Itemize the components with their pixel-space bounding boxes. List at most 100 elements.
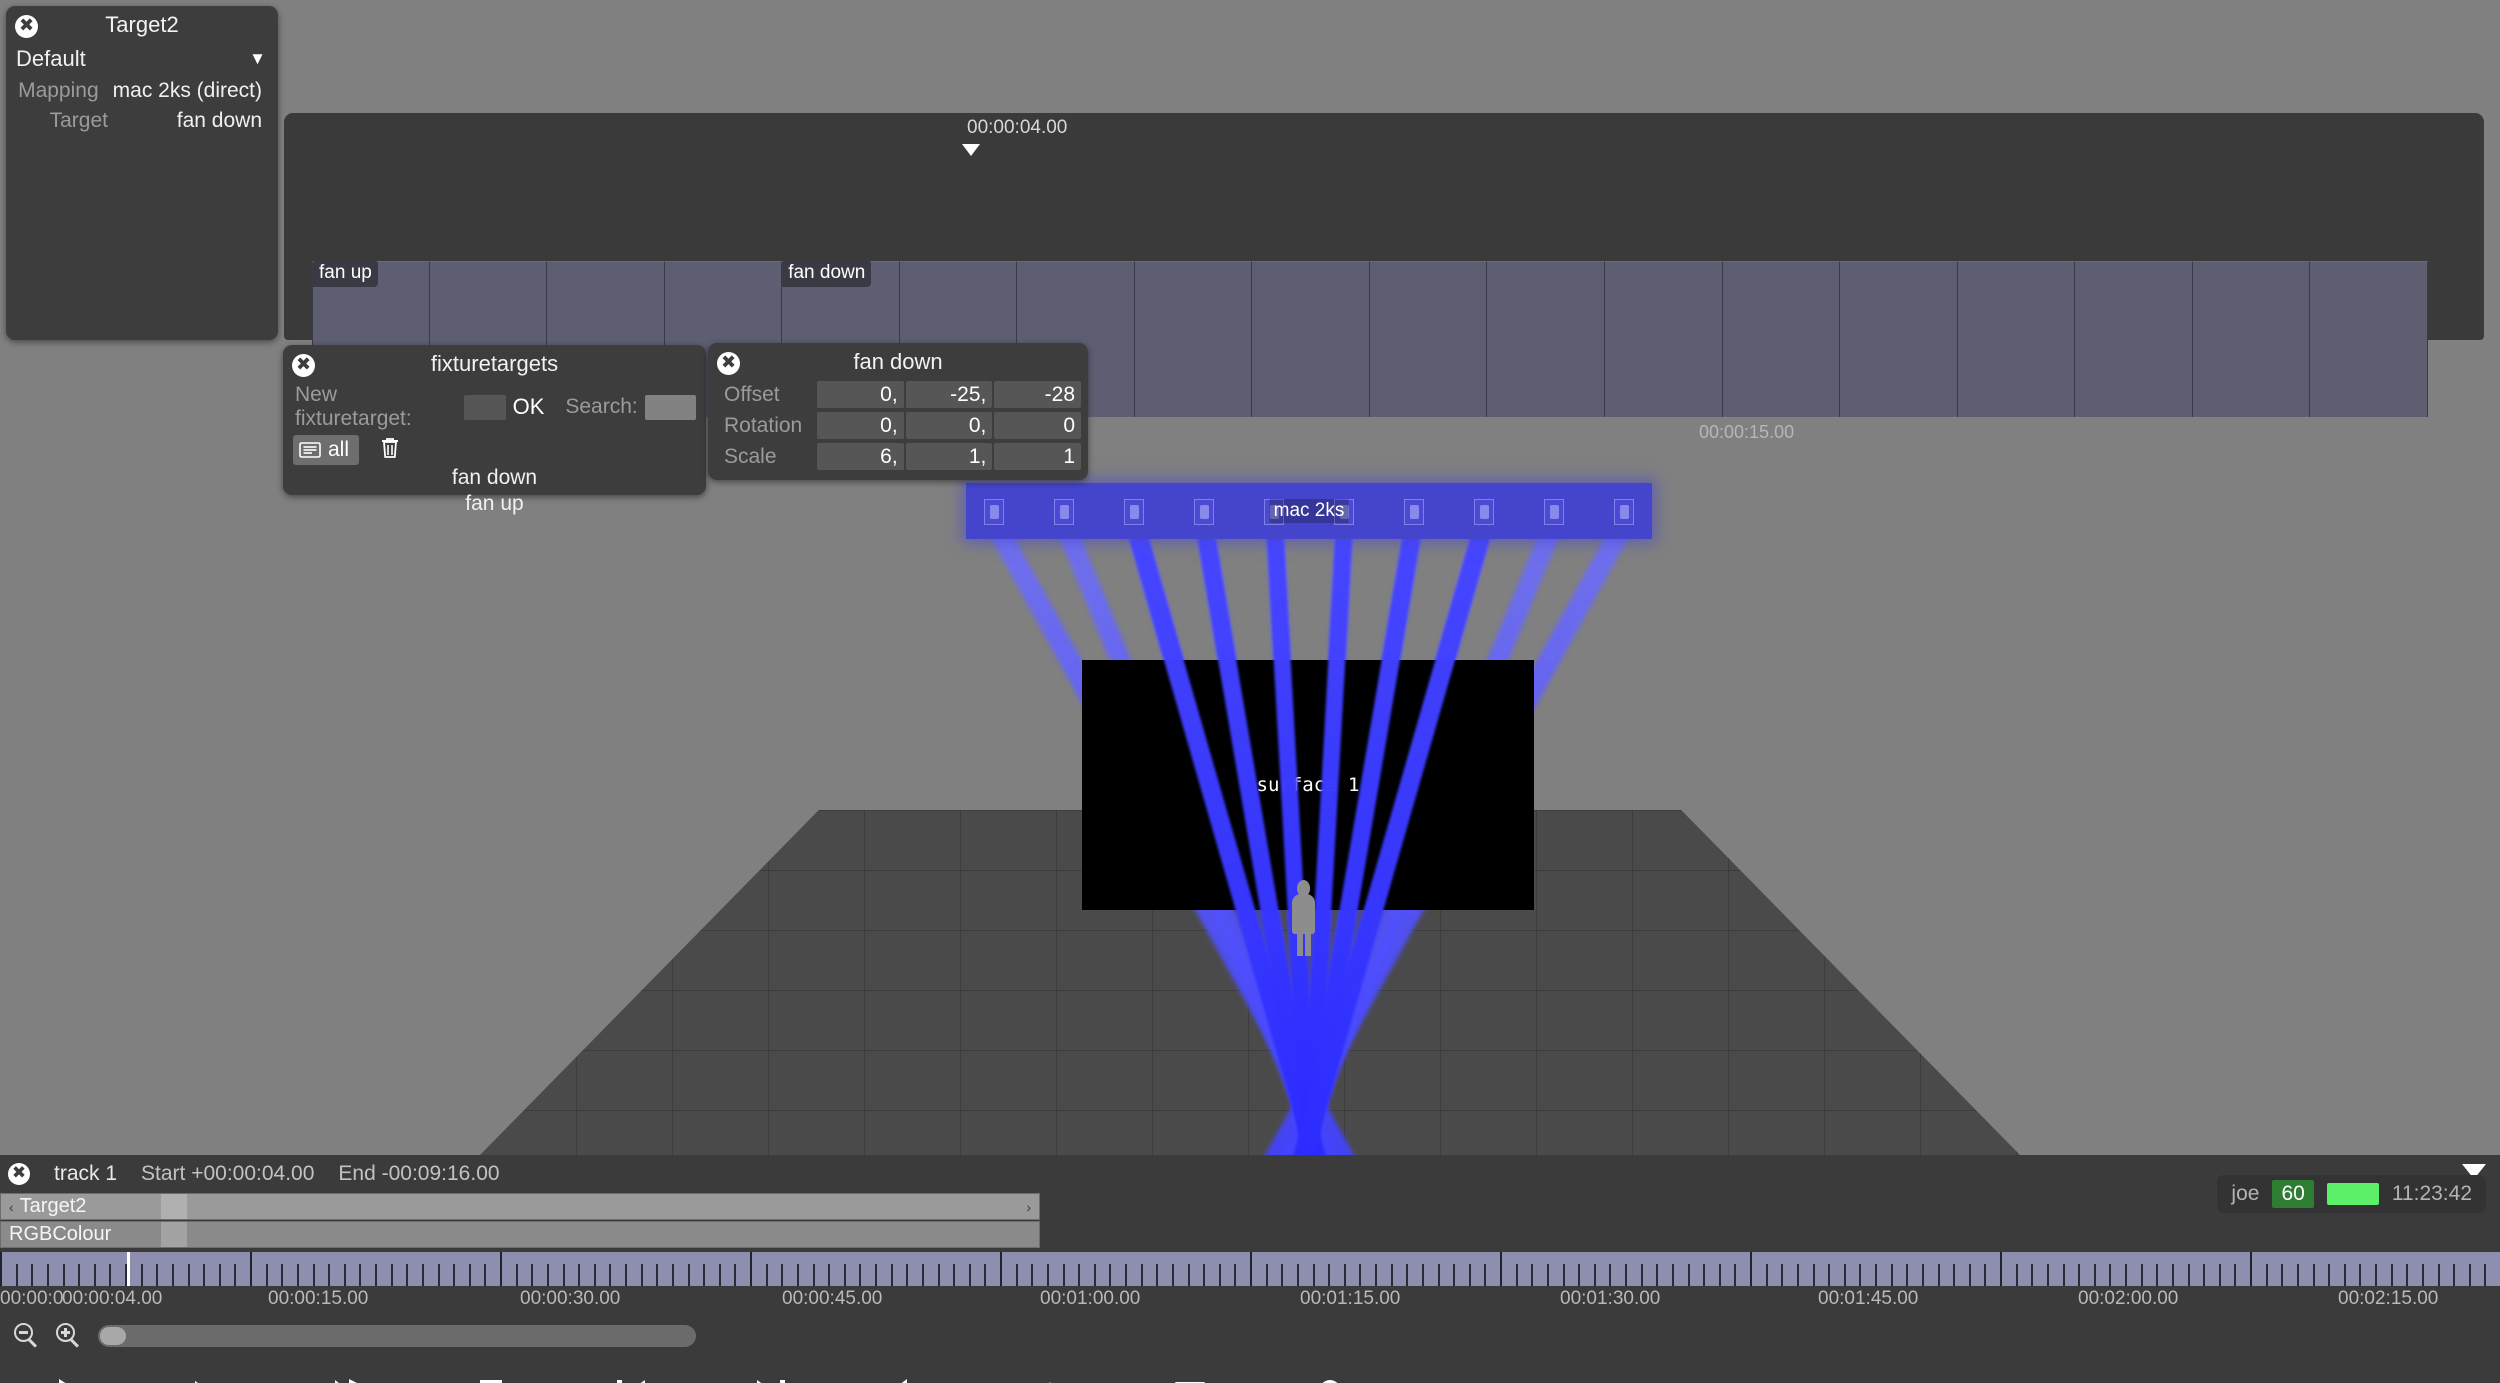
timeline-clip[interactable] (1723, 261, 1841, 417)
target-row[interactable]: Target fan down (6, 106, 278, 136)
track-row-target2[interactable]: ‹ Target2 › (0, 1193, 1040, 1220)
search-input[interactable] (645, 395, 696, 420)
close-icon[interactable]: ✖ (15, 15, 38, 38)
zoom-controls (0, 1312, 2500, 1352)
skip-end-button[interactable] (700, 1359, 840, 1383)
ruler-tick (1344, 1264, 1346, 1286)
close-icon[interactable]: ✖ (8, 1163, 30, 1185)
record-button[interactable] (1260, 1359, 1400, 1383)
target-properties-panel[interactable]: ✖ Target2 Default ▼ Mapping mac 2ks (dir… (6, 6, 278, 340)
transform-dialog[interactable]: ✖ fan down Offset 0, -25, -28 Rotation 0… (708, 343, 1088, 480)
track-row-rgbcolour[interactable]: RGBColour (0, 1221, 1040, 1248)
timeline-clip[interactable] (2193, 261, 2311, 417)
preset-dropdown[interactable]: Default ▼ (6, 42, 278, 76)
horizontal-scrollbar[interactable] (98, 1325, 696, 1347)
triangle-down-icon (1172, 1377, 1208, 1383)
fixture-icon[interactable] (1474, 499, 1494, 525)
rotation-row: Rotation 0, 0, 0 (708, 410, 1088, 441)
play-to-cue-button[interactable] (140, 1359, 280, 1383)
fixture-icon[interactable] (1054, 499, 1074, 525)
zoom-in-icon[interactable] (56, 1323, 82, 1349)
ruler-tick (828, 1264, 830, 1286)
ruler-tick (453, 1264, 455, 1286)
timeline-clip[interactable] (1370, 261, 1488, 417)
clip-label: fan down (782, 260, 871, 287)
timeline-playhead-marker[interactable] (962, 144, 980, 156)
timeline-clip[interactable] (1252, 261, 1370, 417)
ruler-label: 00:02:15.00 (2338, 1288, 2438, 1310)
scale-z-input[interactable]: 1 (994, 443, 1081, 470)
ruler-tick (2078, 1264, 2080, 1286)
rotation-y-input[interactable]: 0, (906, 412, 993, 439)
list-item[interactable]: fan up (283, 491, 706, 517)
timeline-clip[interactable] (1487, 261, 1605, 417)
time-ruler[interactable] (0, 1252, 2500, 1286)
ruler-tick (1844, 1264, 1846, 1286)
fixture-icon[interactable] (1124, 499, 1144, 525)
ruler-playhead[interactable] (127, 1252, 130, 1286)
ruler-tick (2469, 1264, 2471, 1286)
row-highlight (161, 1194, 187, 1219)
username: joe (2231, 1182, 2259, 1206)
ruler-tick (2094, 1264, 2096, 1286)
delete-button[interactable] (379, 436, 401, 465)
ok-button[interactable]: OK (513, 394, 545, 420)
fixture-icon[interactable] (1194, 499, 1214, 525)
fixture-icon[interactable] (1614, 499, 1634, 525)
chevron-left-icon[interactable]: ‹ (9, 1199, 14, 1215)
up-button[interactable] (980, 1359, 1120, 1383)
fixturetargets-dialog[interactable]: ✖ fixturetargets New fixturetarget: OK S… (283, 345, 706, 495)
offset-y-input[interactable]: -25, (906, 381, 993, 408)
dialog-title: fixturetargets (283, 345, 706, 381)
rotation-x-input[interactable]: 0, (817, 412, 904, 439)
timeline-clip[interactable] (2310, 261, 2428, 417)
ruler-tick (47, 1264, 49, 1286)
scale-x-input[interactable]: 6, (817, 443, 904, 470)
fixture-truss[interactable]: mac 2ks (966, 483, 1652, 539)
timeline-clip[interactable] (2075, 261, 2193, 417)
ruler-tick (1656, 1264, 1658, 1286)
ruler-tick (2063, 1264, 2065, 1286)
ruler-tick (750, 1252, 752, 1286)
chevron-down-icon[interactable]: ▼ (249, 49, 266, 69)
new-fixturetarget-input[interactable] (464, 395, 505, 420)
ruler-tick (734, 1264, 736, 1286)
track-name: track 1 (54, 1162, 117, 1186)
offset-z-input[interactable]: -28 (994, 381, 1081, 408)
undo-button[interactable] (840, 1359, 980, 1383)
timeline-clip[interactable] (1135, 261, 1253, 417)
rotation-z-input[interactable]: 0 (994, 412, 1081, 439)
list-item[interactable]: fan down (283, 465, 706, 491)
scale-row: Scale 6, 1, 1 (708, 441, 1088, 472)
offset-x-input[interactable]: 0, (817, 381, 904, 408)
ruler-tick (1859, 1264, 1861, 1286)
chevron-right-icon[interactable]: › (1026, 1199, 1031, 1215)
timeline-clip[interactable] (1958, 261, 2076, 417)
ruler-tick (922, 1264, 924, 1286)
projection-surface[interactable]: surface 1 (1082, 660, 1534, 910)
play-button[interactable] (0, 1359, 140, 1383)
loop-button[interactable] (280, 1359, 420, 1383)
ruler-tick (656, 1264, 658, 1286)
scale-y-input[interactable]: 1, (906, 443, 993, 470)
skip-start-button[interactable] (560, 1359, 700, 1383)
down-button[interactable] (1120, 1359, 1260, 1383)
fixture-icon[interactable] (1544, 499, 1564, 525)
zoom-out-icon[interactable] (14, 1323, 40, 1349)
select-all-button[interactable]: all (293, 435, 359, 465)
sequence-timeline-panel[interactable]: 00:00:04.00 fan upfan down 00:00:00.00 0… (284, 113, 2484, 340)
fixture-icon[interactable] (984, 499, 1004, 525)
timeline-clip[interactable] (1840, 261, 1958, 417)
ruler-tick (406, 1264, 408, 1286)
fixture-icon[interactable] (1404, 499, 1424, 525)
scrollbar-thumb[interactable] (100, 1327, 126, 1345)
ruler-label: 00:01:15.00 (1300, 1288, 1400, 1310)
mapping-row[interactable]: Mapping mac 2ks (direct) (6, 76, 278, 106)
close-icon[interactable]: ✖ (292, 354, 315, 377)
ruler-tick (203, 1264, 205, 1286)
preset-value: Default (16, 46, 86, 72)
ruler-tick (609, 1264, 611, 1286)
close-icon[interactable]: ✖ (717, 352, 740, 375)
timeline-clip[interactable] (1605, 261, 1723, 417)
stop-button[interactable] (420, 1359, 560, 1383)
